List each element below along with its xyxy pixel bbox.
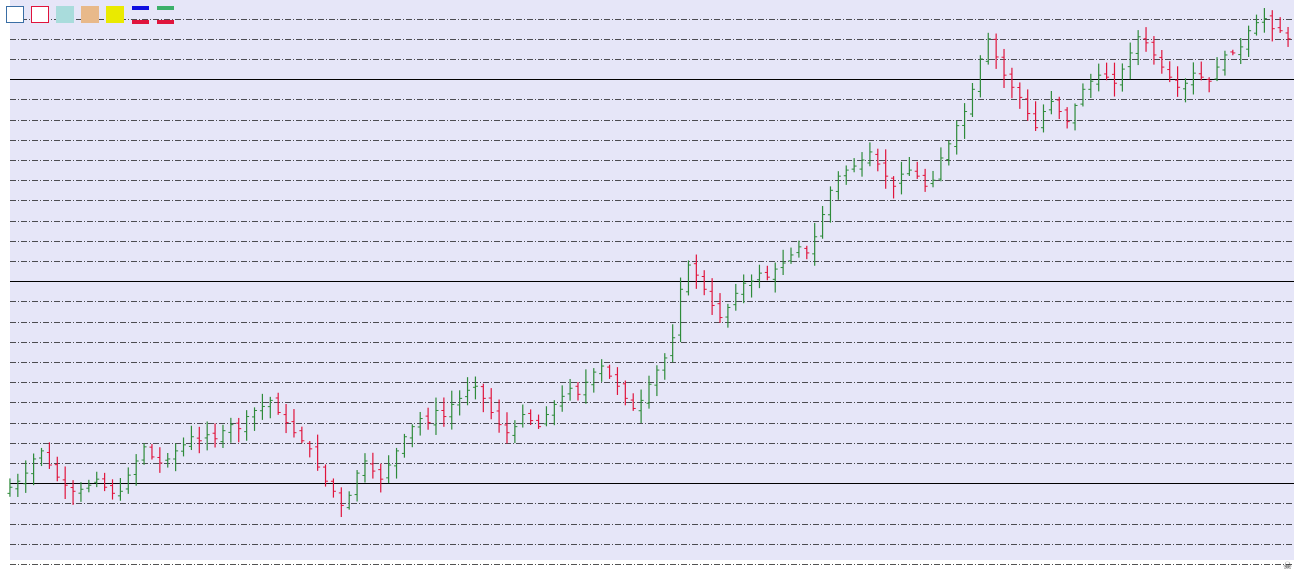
red-line-tool-1[interactable] (132, 20, 149, 24)
red-line-tool-2[interactable] (157, 20, 174, 24)
red-outline-rect-tool[interactable] (31, 6, 49, 23)
candlestick-chart-svg[interactable] (0, 0, 1294, 576)
plot-background (10, 0, 1294, 560)
teal-rect-tool[interactable] (56, 6, 74, 23)
blue-line-tool[interactable] (132, 6, 149, 10)
price-chart[interactable] (0, 0, 1294, 576)
skull-icon[interactable]: ☠ (1283, 562, 1292, 572)
green-line-tool[interactable] (157, 6, 174, 10)
yellow-rect-tool[interactable] (106, 6, 124, 23)
white-rect-tool[interactable] (6, 6, 24, 23)
orange-rect-tool[interactable] (81, 6, 99, 23)
